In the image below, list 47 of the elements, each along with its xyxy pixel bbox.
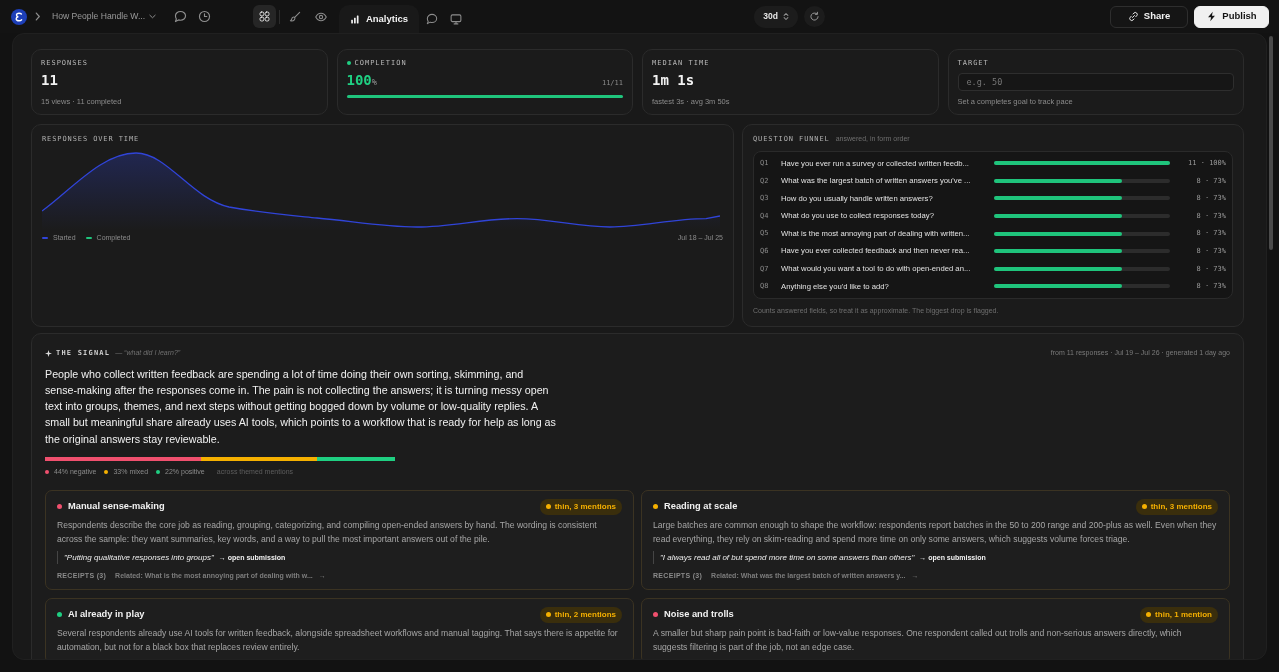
logo-icon[interactable] [11, 8, 27, 25]
chat-bubble-icon [426, 13, 439, 25]
mentions-label: thin, 3 mentions [1150, 501, 1212, 513]
mentions-label: thin, 3 mentions [554, 501, 616, 513]
status-dot-icon [346, 61, 351, 65]
theme-description: A smaller but sharp pain point is bad-faith or low-value responses. One respondent called out trolls and non-serious answers directly, which suggests filtering is part of the job, not an edge case. [653, 627, 1183, 655]
badge-dot-icon [545, 612, 551, 618]
quote-text: "Putting qualitative responses into groups" [64, 552, 214, 564]
bar-chart-icon [350, 13, 360, 25]
analytics-tab[interactable]: Analytics [339, 5, 420, 33]
grid-icon [259, 11, 271, 22]
range-select[interactable]: 30d [754, 5, 799, 28]
stat-value: 11 [41, 71, 58, 90]
sparkle-icon [45, 349, 52, 357]
refresh-button[interactable] [804, 6, 826, 27]
mentions-label: thin, 1 mention [1155, 609, 1212, 621]
monitor-icon [450, 13, 463, 25]
theme-title: AI already in play [68, 608, 145, 621]
theme-title: Noise and trolls [664, 608, 734, 621]
stat-value: 100% [346, 71, 377, 90]
link-icon [1127, 11, 1139, 22]
clock-icon[interactable] [198, 10, 212, 23]
quote-text: "I always read all of but spend more time on some answers than others" [660, 552, 915, 564]
grid-button[interactable] [253, 5, 277, 28]
refresh-icon [809, 11, 821, 22]
chat-bubble-icon[interactable] [174, 10, 188, 23]
target-input-field[interactable]: e.g. 50 [957, 73, 1234, 91]
badge-dot-icon [1141, 504, 1147, 510]
theme-title: Manual sense-making [68, 500, 165, 513]
publish-button[interactable]: Publish [1194, 5, 1269, 28]
theme-description: Several respondents already use AI tools for written feedback, alongside spreadsheet workflows and manual tagging. That says there is appetite for automation, but not for a black box that replaces review entirely. [57, 627, 619, 655]
stat-value: 1m 1s [652, 71, 695, 90]
theme-title: Reading at scale [664, 500, 738, 513]
eye-icon [314, 10, 327, 23]
breadcrumb-dropdown[interactable]: How People Handle W... [52, 10, 157, 23]
up-down-chevron-icon [783, 12, 789, 21]
scrollbar-thumb[interactable] [1269, 36, 1273, 250]
caret-down-icon [149, 14, 157, 19]
mentions-label: thin, 2 mentions [554, 609, 616, 621]
theme-description: Large batches are common enough to shape the workflow: respondents report batches in the 50 to 200 range and 200-plus as well. Even when they read everything, they rely on skim-reading and spend more time on only some answers, which suggests volume forces triage. [653, 519, 1218, 547]
share-button[interactable]: Share [1110, 5, 1188, 28]
brush-icon [288, 10, 301, 23]
theme-description: Respondents describe the core job as reading, grouping, categorizing, and compiling open-ended answers by hand. The wording is consistent across the sample: they want summaries, key words, and a way to pull the most important answers out of the pile. [57, 519, 598, 547]
chevron-right-icon [35, 12, 41, 21]
summary-paragraph: People who collect written feedback are spending a lot of time doing their own sorting, skimming, and sense-making after the responses come in. The pain is not collecting the answers; it is turning messy open text into groups, themes, and next steps without getting bogged down by volume or low-quality replies. A small but meaningful share already uses AI tools, which points to a workflow that is ready for help as long as the original answers stay reviewable. [45, 366, 557, 447]
badge-dot-icon [545, 504, 551, 510]
badge-dot-icon [1146, 612, 1152, 618]
